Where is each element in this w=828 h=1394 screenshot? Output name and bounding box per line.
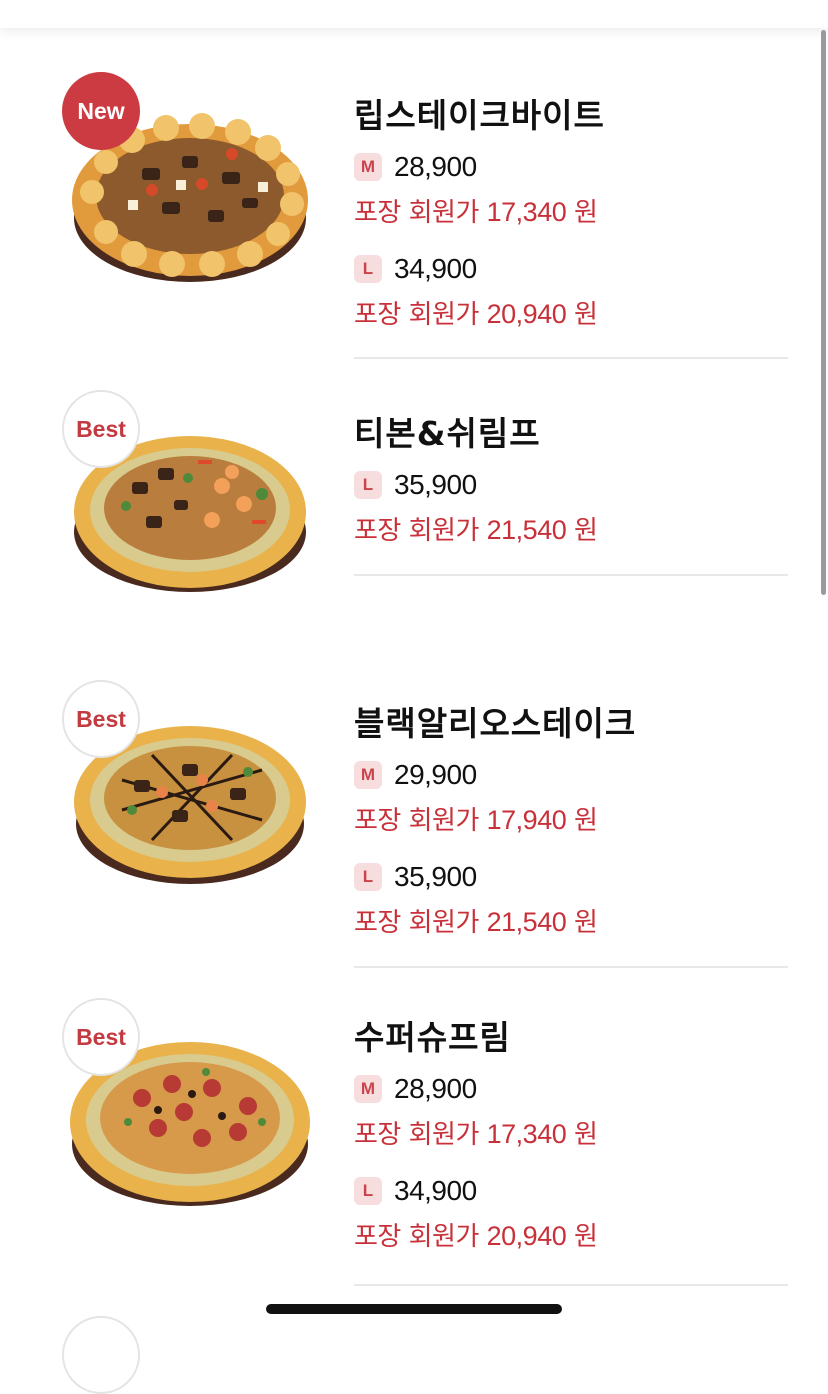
regular-price: 34,900 (394, 1175, 477, 1206)
regular-price: 28,900 (394, 151, 477, 182)
pizza-thumbnail[interactable]: Best (62, 390, 318, 646)
member-price-value: 17,940 (486, 805, 567, 835)
member-price-value: 20,940 (486, 299, 567, 329)
best-badge: Best (62, 390, 140, 468)
currency-unit: 원 (574, 1222, 598, 1252)
member-price-line: 포장 회원가 17,340 원 (354, 1116, 788, 1152)
member-price-label: 포장 회원가 (354, 516, 479, 546)
pizza-thumbnail[interactable]: New (62, 72, 318, 328)
item-divider (354, 966, 788, 968)
pizza-thumbnail[interactable]: Best (62, 998, 318, 1254)
size-chip-m: M (354, 153, 382, 181)
member-price-label: 포장 회원가 (354, 198, 479, 228)
size-chip-l: L (354, 255, 382, 283)
currency-unit: 원 (574, 1120, 598, 1150)
size-chip-m: M (354, 761, 382, 789)
member-price-line: 포장 회원가 20,940 원 (354, 296, 788, 332)
menu-item-name[interactable]: 티본&쉬림프 (354, 412, 788, 456)
member-price-label: 포장 회원가 (354, 1222, 479, 1252)
regular-price: 28,900 (394, 1073, 477, 1104)
size-chip-l: L (354, 471, 382, 499)
regular-price: 35,900 (394, 861, 477, 892)
member-price-value: 21,540 (486, 907, 567, 937)
top-header-bar (0, 0, 828, 28)
new-badge: New (62, 72, 140, 150)
home-indicator-bar[interactable] (266, 1304, 562, 1314)
regular-price: 34,900 (394, 253, 477, 284)
member-price-label: 포장 회원가 (354, 1120, 479, 1150)
next-item-badge-peek (62, 1316, 140, 1394)
member-price-label: 포장 회원가 (354, 806, 479, 836)
member-price-value: 20,940 (486, 1221, 567, 1251)
member-price-label: 포장 회원가 (354, 908, 479, 938)
currency-unit: 원 (574, 908, 598, 938)
member-price-line: 포장 회원가 17,940 원 (354, 802, 788, 838)
size-chip-m: M (354, 1075, 382, 1103)
member-price-line: 포장 회원가 21,540 원 (354, 904, 788, 940)
member-price-value: 21,540 (486, 515, 567, 545)
member-price-value: 17,340 (486, 197, 567, 227)
member-price-line: 포장 회원가 21,540 원 (354, 512, 788, 548)
menu-item-name[interactable]: 립스테이크바이트 (354, 94, 788, 138)
currency-unit: 원 (574, 198, 598, 228)
scrollbar[interactable] (821, 30, 826, 595)
member-price-line: 포장 회원가 20,940 원 (354, 1218, 788, 1254)
regular-price: 35,900 (394, 469, 477, 500)
item-divider (354, 574, 788, 576)
size-chip-l: L (354, 863, 382, 891)
item-divider (354, 357, 788, 359)
pizza-thumbnail[interactable]: Best (62, 680, 318, 936)
best-badge: Best (62, 680, 140, 758)
member-price-label: 포장 회원가 (354, 300, 479, 330)
member-price-line: 포장 회원가 17,340 원 (354, 194, 788, 230)
menu-item-name[interactable]: 블랙알리오스테이크 (354, 702, 788, 746)
item-divider (354, 1284, 788, 1286)
menu-item-name[interactable]: 수퍼슈프림 (354, 1016, 788, 1060)
currency-unit: 원 (574, 516, 598, 546)
regular-price: 29,900 (394, 759, 477, 790)
best-badge: Best (62, 998, 140, 1076)
currency-unit: 원 (574, 300, 598, 330)
currency-unit: 원 (574, 806, 598, 836)
size-chip-l: L (354, 1177, 382, 1205)
member-price-value: 17,340 (486, 1119, 567, 1149)
